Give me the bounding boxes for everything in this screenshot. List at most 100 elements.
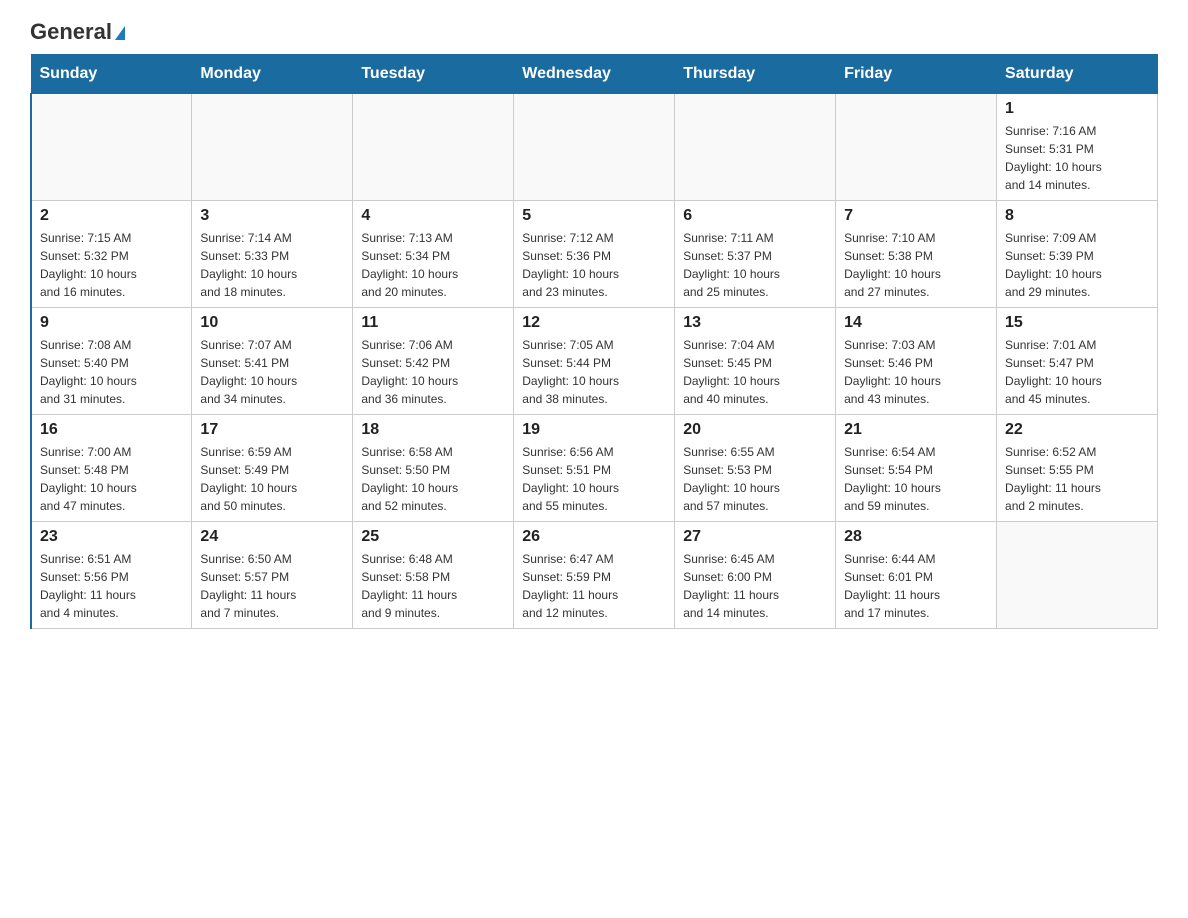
calendar-cell: 9 Sunrise: 7:08 AM Sunset: 5:40 PM Daylig… bbox=[31, 308, 192, 415]
calendar-cell: 25 Sunrise: 6:48 AM Sunset: 5:58 PM Dayli… bbox=[353, 522, 514, 629]
day-info: Sunrise: 7:04 AM Sunset: 5:45 PM Dayligh… bbox=[683, 336, 827, 408]
calendar-cell bbox=[514, 94, 675, 201]
day-number: 9 bbox=[40, 314, 183, 332]
day-number: 18 bbox=[361, 421, 505, 439]
day-number: 10 bbox=[200, 314, 344, 332]
day-number: 22 bbox=[1005, 421, 1149, 439]
calendar-cell: 4 Sunrise: 7:13 AM Sunset: 5:34 PM Daylig… bbox=[353, 201, 514, 308]
day-number: 8 bbox=[1005, 207, 1149, 225]
calendar-cell: 1 Sunrise: 7:16 AM Sunset: 5:31 PM Daylig… bbox=[997, 94, 1158, 201]
calendar-cell bbox=[836, 94, 997, 201]
day-number: 27 bbox=[683, 528, 827, 546]
day-info: Sunrise: 7:15 AM Sunset: 5:32 PM Dayligh… bbox=[40, 229, 183, 301]
calendar-week-row: 16 Sunrise: 7:00 AM Sunset: 5:48 PM Dayli… bbox=[31, 415, 1158, 522]
calendar-cell: 16 Sunrise: 7:00 AM Sunset: 5:48 PM Dayli… bbox=[31, 415, 192, 522]
day-info: Sunrise: 7:12 AM Sunset: 5:36 PM Dayligh… bbox=[522, 229, 666, 301]
calendar-cell bbox=[675, 94, 836, 201]
calendar-cell: 20 Sunrise: 6:55 AM Sunset: 5:53 PM Dayli… bbox=[675, 415, 836, 522]
calendar-cell: 28 Sunrise: 6:44 AM Sunset: 6:01 PM Dayli… bbox=[836, 522, 997, 629]
calendar-cell: 2 Sunrise: 7:15 AM Sunset: 5:32 PM Daylig… bbox=[31, 201, 192, 308]
day-info: Sunrise: 7:00 AM Sunset: 5:48 PM Dayligh… bbox=[40, 443, 183, 515]
day-number: 13 bbox=[683, 314, 827, 332]
calendar-cell: 21Sunrise: 6:54 AM Sunset: 5:54 PM Dayli… bbox=[836, 415, 997, 522]
weekday-header-monday: Monday bbox=[192, 55, 353, 94]
day-info: Sunrise: 6:45 AM Sunset: 6:00 PM Dayligh… bbox=[683, 550, 827, 622]
day-info: Sunrise: 7:01 AM Sunset: 5:47 PM Dayligh… bbox=[1005, 336, 1149, 408]
day-info: Sunrise: 7:05 AM Sunset: 5:44 PM Dayligh… bbox=[522, 336, 666, 408]
calendar-cell: 13 Sunrise: 7:04 AM Sunset: 5:45 PM Dayli… bbox=[675, 308, 836, 415]
calendar-cell: 7 Sunrise: 7:10 AM Sunset: 5:38 PM Daylig… bbox=[836, 201, 997, 308]
calendar-table: SundayMondayTuesdayWednesdayThursdayFrid… bbox=[30, 54, 1158, 629]
day-number: 17 bbox=[200, 421, 344, 439]
weekday-header-row: SundayMondayTuesdayWednesdayThursdayFrid… bbox=[31, 55, 1158, 94]
calendar-cell: 5 Sunrise: 7:12 AM Sunset: 5:36 PM Daylig… bbox=[514, 201, 675, 308]
day-info: Sunrise: 7:13 AM Sunset: 5:34 PM Dayligh… bbox=[361, 229, 505, 301]
day-info: Sunrise: 6:44 AM Sunset: 6:01 PM Dayligh… bbox=[844, 550, 988, 622]
day-info: Sunrise: 7:14 AM Sunset: 5:33 PM Dayligh… bbox=[200, 229, 344, 301]
calendar-body: 1 Sunrise: 7:16 AM Sunset: 5:31 PM Daylig… bbox=[31, 94, 1158, 629]
day-number: 16 bbox=[40, 421, 183, 439]
day-number: 2 bbox=[40, 207, 183, 225]
day-number: 3 bbox=[200, 207, 344, 225]
day-info: Sunrise: 6:55 AM Sunset: 5:53 PM Dayligh… bbox=[683, 443, 827, 515]
page-header: General bbox=[30, 20, 1158, 44]
calendar-week-row: 23 Sunrise: 6:51 AM Sunset: 5:56 PM Dayli… bbox=[31, 522, 1158, 629]
day-number: 25 bbox=[361, 528, 505, 546]
day-info: Sunrise: 6:58 AM Sunset: 5:50 PM Dayligh… bbox=[361, 443, 505, 515]
calendar-cell bbox=[192, 94, 353, 201]
day-number: 7 bbox=[844, 207, 988, 225]
calendar-cell: 17Sunrise: 6:59 AM Sunset: 5:49 PM Dayli… bbox=[192, 415, 353, 522]
weekday-header-wednesday: Wednesday bbox=[514, 55, 675, 94]
day-number: 28 bbox=[844, 528, 988, 546]
day-info: Sunrise: 7:09 AM Sunset: 5:39 PM Dayligh… bbox=[1005, 229, 1149, 301]
day-number: 26 bbox=[522, 528, 666, 546]
day-number: 4 bbox=[361, 207, 505, 225]
day-info: Sunrise: 7:03 AM Sunset: 5:46 PM Dayligh… bbox=[844, 336, 988, 408]
weekday-header-friday: Friday bbox=[836, 55, 997, 94]
calendar-cell: 10 Sunrise: 7:07 AM Sunset: 5:41 PM Dayli… bbox=[192, 308, 353, 415]
calendar-cell: 18 Sunrise: 6:58 AM Sunset: 5:50 PM Dayli… bbox=[353, 415, 514, 522]
logo: General bbox=[30, 20, 125, 44]
calendar-cell: 27 Sunrise: 6:45 AM Sunset: 6:00 PM Dayli… bbox=[675, 522, 836, 629]
day-info: Sunrise: 6:51 AM Sunset: 5:56 PM Dayligh… bbox=[40, 550, 183, 622]
calendar-cell: 19 Sunrise: 6:56 AM Sunset: 5:51 PM Dayli… bbox=[514, 415, 675, 522]
calendar-week-row: 1 Sunrise: 7:16 AM Sunset: 5:31 PM Daylig… bbox=[31, 94, 1158, 201]
calendar-week-row: 9 Sunrise: 7:08 AM Sunset: 5:40 PM Daylig… bbox=[31, 308, 1158, 415]
calendar-cell: 12Sunrise: 7:05 AM Sunset: 5:44 PM Dayli… bbox=[514, 308, 675, 415]
calendar-cell: 8 Sunrise: 7:09 AM Sunset: 5:39 PM Daylig… bbox=[997, 201, 1158, 308]
day-info: Sunrise: 7:16 AM Sunset: 5:31 PM Dayligh… bbox=[1005, 122, 1149, 194]
weekday-header-saturday: Saturday bbox=[997, 55, 1158, 94]
logo-general-line: General bbox=[30, 20, 125, 44]
day-number: 1 bbox=[1005, 100, 1149, 118]
day-number: 23 bbox=[40, 528, 183, 546]
day-number: 14 bbox=[844, 314, 988, 332]
calendar-header: SundayMondayTuesdayWednesdayThursdayFrid… bbox=[31, 55, 1158, 94]
calendar-cell: 14 Sunrise: 7:03 AM Sunset: 5:46 PM Dayli… bbox=[836, 308, 997, 415]
calendar-cell: 11 Sunrise: 7:06 AM Sunset: 5:42 PM Dayli… bbox=[353, 308, 514, 415]
calendar-cell: 22 Sunrise: 6:52 AM Sunset: 5:55 PM Dayli… bbox=[997, 415, 1158, 522]
calendar-cell: 3 Sunrise: 7:14 AM Sunset: 5:33 PM Daylig… bbox=[192, 201, 353, 308]
day-info: Sunrise: 6:48 AM Sunset: 5:58 PM Dayligh… bbox=[361, 550, 505, 622]
day-info: Sunrise: 6:47 AM Sunset: 5:59 PM Dayligh… bbox=[522, 550, 666, 622]
day-number: 15 bbox=[1005, 314, 1149, 332]
day-number: 11 bbox=[361, 314, 505, 332]
calendar-cell: 15 Sunrise: 7:01 AM Sunset: 5:47 PM Dayli… bbox=[997, 308, 1158, 415]
day-info: Sunrise: 7:08 AM Sunset: 5:40 PM Dayligh… bbox=[40, 336, 183, 408]
day-info: Sunrise: 6:52 AM Sunset: 5:55 PM Dayligh… bbox=[1005, 443, 1149, 515]
day-info: Sunrise: 7:06 AM Sunset: 5:42 PM Dayligh… bbox=[361, 336, 505, 408]
day-number: 20 bbox=[683, 421, 827, 439]
day-number: 19 bbox=[522, 421, 666, 439]
logo-general-text: General bbox=[30, 19, 125, 44]
weekday-header-sunday: Sunday bbox=[31, 55, 192, 94]
day-info: Sunrise: 6:54 AM Sunset: 5:54 PM Dayligh… bbox=[844, 443, 988, 515]
calendar-cell bbox=[997, 522, 1158, 629]
day-info: Sunrise: 6:56 AM Sunset: 5:51 PM Dayligh… bbox=[522, 443, 666, 515]
day-info: Sunrise: 7:10 AM Sunset: 5:38 PM Dayligh… bbox=[844, 229, 988, 301]
calendar-cell bbox=[31, 94, 192, 201]
calendar-cell: 6Sunrise: 7:11 AM Sunset: 5:37 PM Daylig… bbox=[675, 201, 836, 308]
calendar-cell: 23 Sunrise: 6:51 AM Sunset: 5:56 PM Dayli… bbox=[31, 522, 192, 629]
calendar-cell: 24Sunrise: 6:50 AM Sunset: 5:57 PM Dayli… bbox=[192, 522, 353, 629]
weekday-header-tuesday: Tuesday bbox=[353, 55, 514, 94]
day-number: 5 bbox=[522, 207, 666, 225]
day-info: Sunrise: 7:07 AM Sunset: 5:41 PM Dayligh… bbox=[200, 336, 344, 408]
